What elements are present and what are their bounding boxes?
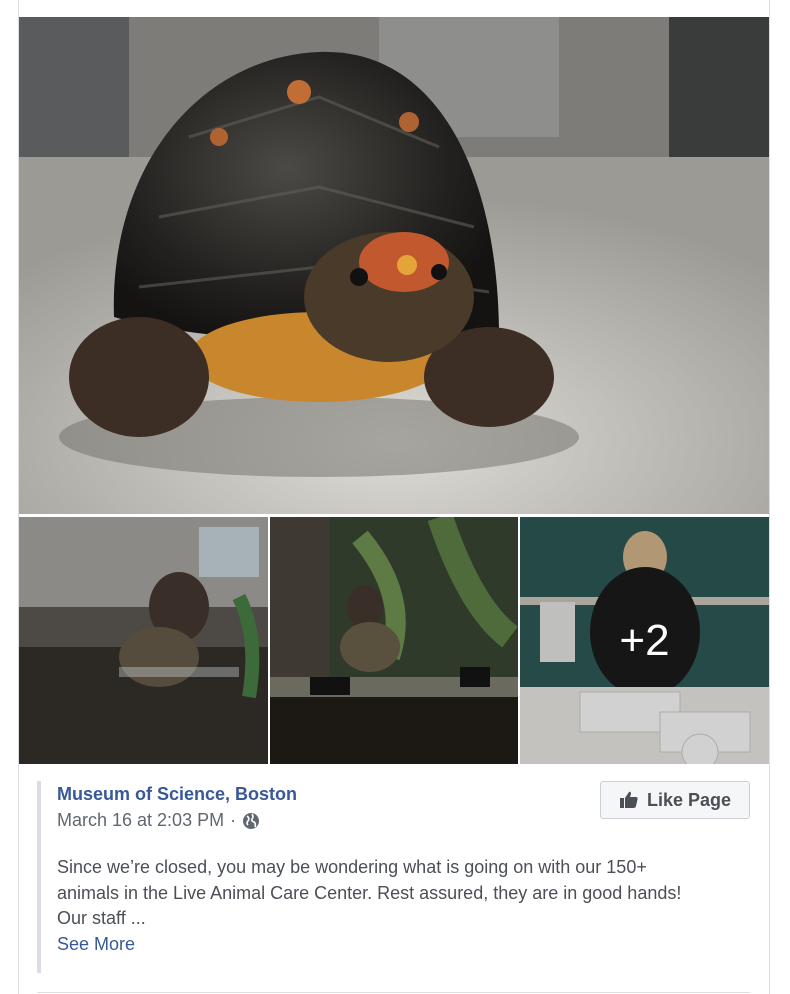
photo-thumb-1[interactable]: [19, 517, 268, 764]
post-meta: March 16 at 2:03 PM ·: [57, 810, 260, 831]
staff-in-habitat-illustration: [270, 517, 518, 764]
globe-icon: [242, 812, 260, 830]
photo-thumb-2[interactable]: [270, 517, 518, 764]
page-name-link[interactable]: Museum of Science, Boston: [57, 784, 297, 805]
post-body-line: Our staff ...: [57, 908, 146, 928]
tortoise-illustration: [19, 17, 769, 514]
quote-bar: [37, 781, 41, 973]
divider: [37, 992, 750, 993]
thumbs-up-icon: [619, 791, 639, 809]
meta-separator: ·: [230, 810, 237, 830]
main-photo-tortoise[interactable]: [19, 17, 769, 514]
see-more-link[interactable]: See More: [57, 932, 135, 958]
more-photos-overlay[interactable]: +2: [520, 517, 769, 764]
more-photos-count: +2: [619, 615, 670, 665]
post-timestamp[interactable]: March 16 at 2:03 PM: [57, 810, 224, 831]
post-body-line: Since we’re closed, you may be wondering…: [57, 857, 647, 877]
like-page-button[interactable]: Like Page: [600, 781, 750, 819]
staff-at-enclosure-illustration: [19, 517, 268, 764]
post-body: Since we’re closed, you may be wondering…: [57, 855, 757, 957]
photo-thumb-3[interactable]: +2: [520, 517, 769, 764]
post-body-line: animals in the Live Animal Care Center. …: [57, 882, 682, 903]
like-page-label: Like Page: [646, 789, 732, 810]
